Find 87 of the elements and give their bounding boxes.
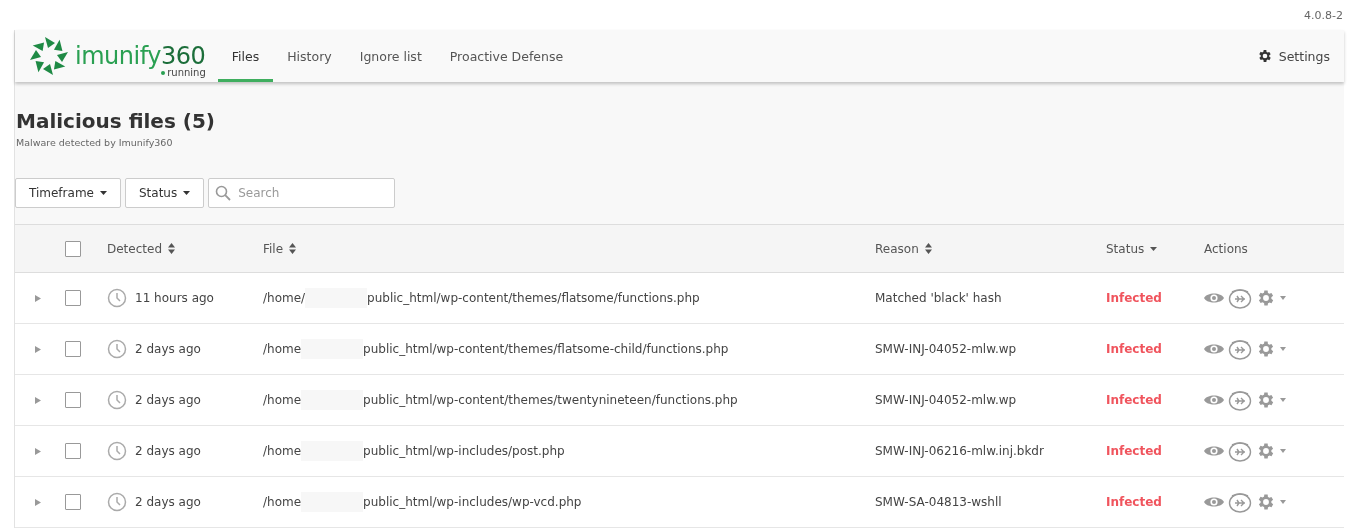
ignore-icon[interactable] xyxy=(1228,440,1252,462)
settings-button[interactable]: Settings xyxy=(1256,30,1344,82)
row-checkbox[interactable] xyxy=(65,392,81,408)
page-title: Malicious files (5) xyxy=(16,109,216,133)
gear-menu-icon xyxy=(1256,492,1276,512)
clock-icon xyxy=(107,441,127,461)
sort-down-icon[interactable] xyxy=(1150,246,1158,251)
expand-icon[interactable] xyxy=(35,294,41,302)
row-checkbox[interactable] xyxy=(65,494,81,510)
file-path: public_html/wp-content/themes/flatsome-child/functions.php xyxy=(363,342,729,356)
column-header: Actions xyxy=(1204,241,1249,256)
expand-icon[interactable] xyxy=(35,345,41,353)
eye-icon[interactable] xyxy=(1204,495,1224,509)
status-label: Infected xyxy=(1106,495,1163,509)
nav-tab[interactable]: Ignore list xyxy=(345,30,436,82)
caret-icon[interactable] xyxy=(1280,398,1286,402)
nav-tab[interactable]: Proactive Defense xyxy=(435,30,578,82)
search-icon xyxy=(215,185,232,201)
clock-icon xyxy=(107,390,127,410)
select-all-checkbox[interactable] xyxy=(65,240,81,257)
row-checkbox[interactable] xyxy=(65,443,81,459)
reason-cell-text: SMW-INJ-06216-mlw.inj.bkdr xyxy=(875,444,1045,458)
eye-icon[interactable] xyxy=(1204,393,1224,407)
detected-time: 11 hours ago xyxy=(135,291,214,305)
reason-cell-text: Matched 'black' hash xyxy=(875,291,1003,305)
ignore-icon[interactable] xyxy=(1228,389,1252,411)
logo-icon xyxy=(29,36,69,76)
eye-icon[interactable] xyxy=(1204,291,1224,305)
detected-time: 2 days ago xyxy=(135,495,201,509)
status-label: Infected xyxy=(1106,291,1163,305)
version-label: 4.0.8-2 xyxy=(1304,8,1343,22)
expand-icon[interactable] xyxy=(35,396,41,404)
file-path: public_html/wp-content/themes/flatsome/functions.php xyxy=(367,291,700,305)
reason-cell-text: SMW-INJ-04052-mlw.wp xyxy=(875,342,1018,356)
caret-icon[interactable] xyxy=(1280,347,1286,351)
expand-icon[interactable] xyxy=(35,498,41,506)
ignore-icon[interactable] xyxy=(1228,338,1252,360)
file-path: /home xyxy=(263,342,302,356)
clock-icon xyxy=(107,492,127,512)
status-label: Infected xyxy=(1106,342,1163,356)
file-path: /home xyxy=(263,495,302,509)
caret-icon[interactable] xyxy=(1280,296,1286,300)
gear-menu-icon xyxy=(1256,339,1276,359)
reason-cell-text: SMW-SA-04813-wshll xyxy=(875,495,1003,509)
status-label: Infected xyxy=(1106,444,1163,458)
file-path: public_html/wp-includes/post.php xyxy=(363,444,565,458)
caret-icon xyxy=(99,191,107,195)
reason-cell-text: SMW-INJ-04052-mlw.wp xyxy=(875,393,1018,407)
gear-menu-icon xyxy=(1256,390,1276,410)
clock-icon xyxy=(107,339,127,359)
filter-dropdown[interactable]: Status xyxy=(124,178,205,208)
column-header[interactable]: Reason xyxy=(875,241,1106,256)
file-path: public_html/wp-includes/wp-vcd.php xyxy=(363,495,582,509)
caret-icon[interactable] xyxy=(1280,500,1286,504)
eye-icon[interactable] xyxy=(1204,342,1224,356)
sort-icon[interactable] xyxy=(289,243,297,254)
expand-icon[interactable] xyxy=(35,447,41,455)
ignore-icon[interactable] xyxy=(1228,287,1252,309)
file-path: public_html/wp-content/themes/twentynineteen/functions.php xyxy=(363,393,738,407)
caret-icon xyxy=(183,191,191,195)
search-field[interactable]: Search xyxy=(208,178,396,208)
detected-time: 2 days ago xyxy=(135,444,201,458)
file-path: /home xyxy=(263,393,302,407)
column-header[interactable]: Detected xyxy=(107,241,263,256)
detected-time: 2 days ago xyxy=(135,342,201,356)
detected-time: 2 days ago xyxy=(135,393,201,407)
gear-menu-icon xyxy=(1256,288,1276,308)
file-path: /home/ xyxy=(263,291,306,305)
nav-tab[interactable]: History xyxy=(273,30,346,82)
ignore-icon[interactable] xyxy=(1228,491,1252,513)
clock-icon xyxy=(107,288,127,308)
gear-menu-icon xyxy=(1256,441,1276,461)
file-path: /home xyxy=(263,444,302,458)
status-label: running xyxy=(161,67,206,78)
sort-icon[interactable] xyxy=(924,243,932,254)
page-subtitle: Malware detected by Imunify360 xyxy=(16,137,174,148)
row-checkbox[interactable] xyxy=(65,341,81,357)
eye-icon[interactable] xyxy=(1204,444,1224,458)
column-header[interactable]: File xyxy=(263,241,875,256)
status-label: Infected xyxy=(1106,393,1163,407)
column-header[interactable]: Status xyxy=(1106,241,1204,256)
row-checkbox[interactable] xyxy=(65,290,81,306)
filter-dropdown[interactable]: Timeframe xyxy=(15,178,121,208)
logo-text: imunify360 xyxy=(75,44,206,68)
nav-tab[interactable]: Files xyxy=(217,30,274,82)
caret-icon[interactable] xyxy=(1280,449,1286,453)
sort-icon[interactable] xyxy=(168,243,175,254)
